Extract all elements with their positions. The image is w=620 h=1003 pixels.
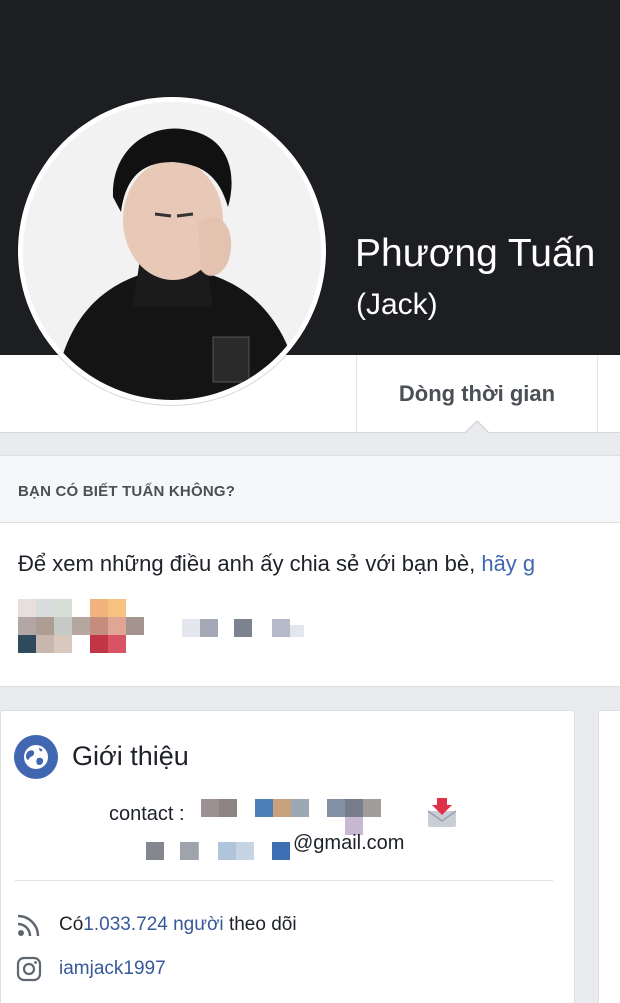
know-card-body: Để xem những điều anh ấy chia sẻ với bạn…	[18, 551, 535, 577]
intro-title: Giới thiệu	[72, 741, 189, 771]
avatar-photo	[23, 102, 321, 400]
profile-name[interactable]: Phương Tuấn	[355, 232, 595, 276]
email-text[interactable]: @gmail.com	[293, 832, 404, 855]
intro-divider	[15, 880, 553, 881]
globe-icon	[14, 735, 58, 779]
followers-row: Có 1.033.724 người theo dõi	[15, 911, 297, 939]
profile-nickname: (Jack)	[356, 288, 438, 321]
followers-word-link[interactable]: người	[173, 914, 224, 936]
know-card-header: BẠN CÓ BIẾT TUẤN KHÔNG?	[0, 456, 620, 523]
contact-prefix: contact :	[109, 803, 185, 825]
instagram-row: iamjack1997	[15, 955, 166, 983]
followers-suffix: theo dõi	[228, 914, 297, 935]
tab-timeline-label: Dòng thời gian	[398, 381, 556, 406]
mail-download-icon	[425, 796, 459, 835]
followers-prefix: Có	[59, 914, 84, 935]
contact-line: contact :	[109, 803, 185, 826]
profile-avatar[interactable]	[18, 97, 326, 405]
avatar-illustration	[23, 102, 321, 400]
active-tab-caret	[465, 422, 489, 434]
followers-count-link[interactable]: 1.033.724	[83, 914, 168, 936]
instagram-link[interactable]: iamjack1997	[59, 958, 166, 980]
mutual-friends-avatars[interactable]	[18, 599, 318, 654]
rss-icon	[15, 911, 43, 939]
intro-card: Giới thiệu contact : @gmail.com Có 1.033…	[0, 710, 575, 1003]
redacted-email-pixels	[146, 842, 290, 860]
right-column-card	[598, 710, 620, 1003]
add-friend-link[interactable]: hãy g	[481, 551, 535, 576]
instagram-icon	[15, 955, 43, 983]
know-card-text: Để xem những điều anh ấy chia sẻ với bạn…	[18, 551, 482, 576]
know-person-card: BẠN CÓ BIẾT TUẤN KHÔNG? Để xem những điề…	[0, 455, 620, 687]
